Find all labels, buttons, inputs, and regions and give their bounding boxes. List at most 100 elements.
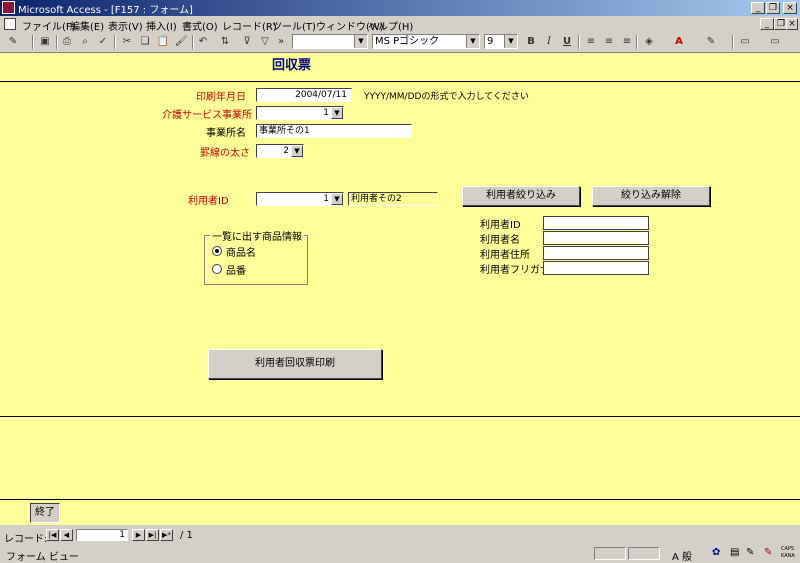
border-width-icon[interactable]: ▭ <box>738 35 752 49</box>
next-record-icon[interactable]: ▶ <box>132 529 145 541</box>
radio-selected-dot <box>215 249 219 253</box>
font-size-combo[interactable]: 9 ▼ <box>484 34 518 49</box>
menu-format[interactable]: 書式(O) <box>182 18 218 33</box>
service-office-combo[interactable]: 1 ▼ <box>256 106 344 120</box>
exit-button[interactable]: 終了 <box>30 503 60 523</box>
record-nav-label: レコード: <box>4 534 48 545</box>
font-name-combo[interactable]: MS Pゴシック ▼ <box>372 34 480 49</box>
access-app-icon[interactable] <box>2 1 15 14</box>
print-date-field[interactable]: 2004/07/11 <box>256 88 352 102</box>
toolbar-separator <box>32 35 34 49</box>
fill-color-icon[interactable]: ◈ <box>642 35 656 49</box>
italic-button[interactable]: I <box>542 35 556 49</box>
menu-insert[interactable]: 挿入(I) <box>146 18 177 33</box>
current-record-field[interactable]: 1 <box>76 529 128 541</box>
chevron-down-icon[interactable]: ▼ <box>291 145 303 157</box>
menu-bar: ファイル(F) 編集(E) 表示(V) 挿入(I) 書式(O) レコード(R) … <box>0 16 800 33</box>
detail-user-id-field[interactable] <box>543 216 649 230</box>
copy-icon[interactable]: ❏ <box>138 35 152 49</box>
font-color-icon[interactable]: A <box>672 35 686 49</box>
ime-tool-icon[interactable]: ✿ <box>712 547 720 558</box>
print-user-collection-button[interactable]: 利用者回収票印刷 <box>208 349 382 379</box>
first-record-icon[interactable]: |◀ <box>46 529 59 541</box>
radio-product-code[interactable] <box>212 264 222 274</box>
detail-user-name-field[interactable] <box>543 231 649 245</box>
more-buttons-icon[interactable]: » <box>276 35 286 49</box>
font-size-value: 9 <box>487 36 494 47</box>
office-name-label: 事業所名 <box>206 128 246 139</box>
spelling-icon[interactable]: ✓ <box>96 35 110 49</box>
bold-button[interactable]: B <box>524 35 538 49</box>
detail-user-name-label: 利用者名 <box>480 235 520 246</box>
object-combo[interactable]: ▼ <box>292 34 368 49</box>
paste-icon[interactable]: 📋 <box>156 35 170 49</box>
kana-indicator: KANA <box>781 553 795 559</box>
special-effect-icon[interactable]: ▭ <box>768 35 782 49</box>
detail-user-address-label: 利用者住所 <box>480 250 530 261</box>
user-id-combo[interactable]: 1 ▼ <box>256 192 344 206</box>
filter-by-selection-icon[interactable]: ⊽ <box>240 35 254 49</box>
print-icon[interactable]: ⎙ <box>60 35 74 49</box>
window-title: Microsoft Access - [F157 : フォーム] <box>18 5 193 16</box>
product-info-group-title: 一覧に出す商品情報 <box>210 228 304 243</box>
status-panel <box>2 547 576 560</box>
line-color-icon[interactable]: ✎ <box>704 35 718 49</box>
radio-product-code-label: 品番 <box>226 266 246 277</box>
radio-product-name[interactable] <box>212 246 222 256</box>
print-date-label: 印刷年月日 <box>196 92 246 103</box>
form-doc-icon[interactable] <box>4 18 16 30</box>
service-office-label: 介護サービス事業所 <box>162 110 252 121</box>
chevron-down-icon[interactable]: ▼ <box>331 193 343 205</box>
status-panel-num <box>628 547 660 560</box>
ime-pad-icon[interactable]: ✎ <box>746 547 754 558</box>
filter-by-form-icon[interactable]: ▽ <box>258 35 272 49</box>
user-id-value: 1 <box>323 194 329 204</box>
previous-record-icon[interactable]: ◀ <box>60 529 73 541</box>
cut-icon[interactable]: ✂ <box>120 35 134 49</box>
ime-help-icon[interactable]: ✎ <box>764 547 772 558</box>
ime-dictionary-icon[interactable]: ▤ <box>730 547 739 558</box>
menu-help[interactable]: ヘルプ(H) <box>368 18 413 33</box>
underline-button[interactable]: U <box>560 35 574 49</box>
clear-filter-button[interactable]: 絞り込み解除 <box>592 186 710 206</box>
align-left-icon[interactable]: ≡ <box>584 35 598 49</box>
new-record-icon[interactable]: ▶* <box>160 529 173 541</box>
menu-file[interactable]: ファイル(F) <box>22 18 76 33</box>
header-divider <box>0 81 800 82</box>
chevron-down-icon: ▼ <box>504 35 517 48</box>
menu-edit[interactable]: 編集(E) <box>70 18 104 33</box>
undo-icon[interactable]: ↶ <box>196 35 210 49</box>
view-icon[interactable]: ✎ <box>6 35 20 49</box>
align-center-icon[interactable]: ≡ <box>602 35 616 49</box>
record-total: / 1 <box>180 530 193 541</box>
doc-minimize-button[interactable]: _ <box>760 18 774 30</box>
align-right-icon[interactable]: ≡ <box>620 35 634 49</box>
filter-users-button[interactable]: 利用者絞り込み <box>462 186 580 206</box>
minimize-button[interactable]: _ <box>751 2 765 14</box>
close-button[interactable]: × <box>783 2 797 14</box>
menu-records[interactable]: レコード(R) <box>222 18 277 33</box>
last-record-icon[interactable]: ▶| <box>146 529 159 541</box>
print-date-hint: YYYY/MM/DDの形式で入力してください <box>364 92 529 102</box>
print-preview-icon[interactable]: ⌕ <box>78 35 92 49</box>
font-name-value: MS Pゴシック <box>375 36 440 47</box>
restore-button[interactable]: ❐ <box>766 2 780 14</box>
toolbar-separator <box>192 35 194 49</box>
chevron-down-icon[interactable]: ▼ <box>331 107 343 119</box>
menu-tools[interactable]: ツール(T) <box>272 18 316 33</box>
line-width-combo[interactable]: 2 ▼ <box>256 144 304 158</box>
menu-view[interactable]: 表示(V) <box>108 18 143 33</box>
format-painter-icon[interactable]: 🖌 <box>174 35 188 49</box>
formatting-toolbar: ✎ ▣ ⎙ ⌕ ✓ ✂ ❏ 📋 🖌 ↶ ⇅ ⊽ ▽ » ▼ MS Pゴシック ▼ … <box>0 32 800 53</box>
doc-close-button[interactable]: × <box>786 18 798 30</box>
detail-user-kana-label: 利用者フリガナ <box>480 265 550 276</box>
ime-mode-indicator[interactable]: A 般 <box>672 548 692 563</box>
detail-user-address-field[interactable] <box>543 246 649 260</box>
radio-product-name-label: 商品名 <box>226 248 256 259</box>
detail-user-kana-field[interactable] <box>543 261 649 275</box>
caps-indicator: CAPS <box>781 546 795 552</box>
save-icon[interactable]: ▣ <box>38 35 52 49</box>
office-name-field[interactable]: 事業所その1 <box>256 124 412 138</box>
sort-icon[interactable]: ⇅ <box>218 35 232 49</box>
line-width-label: 罫線の太さ <box>200 148 250 159</box>
